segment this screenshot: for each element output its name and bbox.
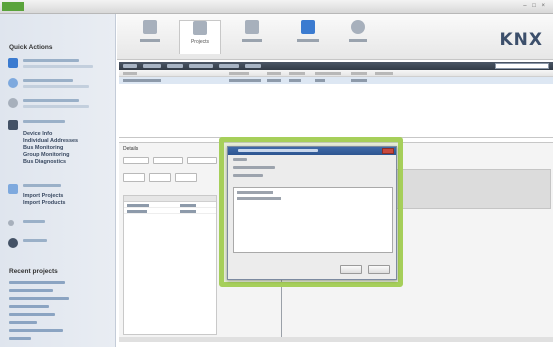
- ribbon-overview-button[interactable]: [129, 20, 171, 54]
- sidebar: Quick Actions Device Info Individual Add…: [0, 14, 116, 347]
- status-strip: [119, 337, 553, 342]
- recent-project-item[interactable]: [9, 329, 63, 332]
- device-info-link[interactable]: Device Info: [23, 131, 52, 137]
- recent-project-item[interactable]: [9, 297, 69, 300]
- cancel-button[interactable]: [368, 265, 390, 274]
- search-input[interactable]: [495, 63, 549, 69]
- new-project-icon[interactable]: [8, 58, 18, 68]
- ok-button[interactable]: [340, 265, 362, 274]
- exit-action[interactable]: [23, 239, 47, 242]
- group-monitoring-link[interactable]: Group Monitoring: [23, 152, 69, 158]
- window-controls[interactable]: – □ ×: [523, 3, 547, 9]
- recent-project-item[interactable]: [9, 305, 49, 308]
- toolbar-button[interactable]: [143, 64, 161, 68]
- quick-actions-heading: Quick Actions: [9, 44, 53, 51]
- details-button[interactable]: [149, 173, 171, 182]
- individual-addresses-link[interactable]: Individual Addresses: [23, 138, 78, 144]
- catalogs-icon: [245, 20, 259, 34]
- title-bar: – □ ×: [0, 0, 553, 14]
- open-project-icon[interactable]: [8, 78, 18, 88]
- dialog-title-bar: [228, 147, 396, 155]
- ribbon-catalogs-button[interactable]: [231, 20, 273, 54]
- recent-projects-heading: Recent projects: [9, 268, 58, 275]
- table-row[interactable]: [124, 208, 216, 214]
- details-table: [123, 195, 217, 335]
- catalog-action[interactable]: [23, 99, 79, 102]
- dialog-body: [233, 158, 393, 182]
- projects-toolbar: [119, 62, 553, 70]
- recent-project-item[interactable]: [9, 313, 55, 316]
- dialog-window: [227, 146, 397, 280]
- gear-icon: [351, 20, 365, 34]
- bus-monitoring-link[interactable]: Bus Monitoring: [23, 145, 63, 151]
- open-project-action[interactable]: [23, 79, 73, 82]
- project-list: [119, 70, 553, 138]
- knx-logo: KNX: [499, 30, 543, 50]
- catalog-icon[interactable]: [8, 98, 18, 108]
- toolbar-button[interactable]: [189, 64, 213, 68]
- details-filter[interactable]: [153, 157, 183, 164]
- diagnostics-icon: [8, 120, 18, 130]
- help-action[interactable]: [23, 220, 45, 223]
- database-icon: [301, 20, 315, 34]
- details-filter[interactable]: [123, 157, 149, 164]
- details-button[interactable]: [123, 173, 145, 182]
- import-projects-link[interactable]: Import Projects: [23, 193, 63, 199]
- recent-project-item[interactable]: [9, 337, 31, 340]
- import-products-link[interactable]: Import Products: [23, 200, 65, 206]
- app-logo-icon: [2, 2, 24, 11]
- projects-icon: [193, 21, 207, 35]
- dialog-title: [238, 149, 318, 152]
- close-icon[interactable]: [382, 148, 394, 154]
- dialog-text-area[interactable]: [233, 187, 393, 253]
- project-list-header: [119, 70, 553, 77]
- overview-icon: [143, 20, 157, 34]
- import-heading: [23, 184, 61, 187]
- bus-diagnostics-link[interactable]: Bus Diagnostics: [23, 159, 66, 165]
- recent-project-item[interactable]: [9, 289, 53, 292]
- import-icon: [8, 184, 18, 194]
- ribbon-projects-button[interactable]: Projects: [179, 20, 221, 54]
- details-button[interactable]: [175, 173, 197, 182]
- diagnostics-heading: [23, 120, 65, 123]
- new-project-action[interactable]: [23, 59, 79, 62]
- toolbar-button[interactable]: [123, 64, 137, 68]
- details-filter[interactable]: [187, 157, 217, 164]
- toolbar-button[interactable]: [219, 64, 239, 68]
- recent-project-item[interactable]: [9, 321, 37, 324]
- projects-label: Projects: [190, 39, 210, 45]
- help-icon[interactable]: [8, 220, 14, 226]
- ribbon: Projects KNX: [117, 14, 553, 60]
- table-row[interactable]: [119, 77, 553, 84]
- exit-icon[interactable]: [8, 238, 18, 248]
- tab-details[interactable]: Details: [123, 146, 138, 152]
- ribbon-settings-button[interactable]: [337, 20, 379, 54]
- toolbar-button[interactable]: [167, 64, 183, 68]
- ribbon-database-button[interactable]: [287, 20, 329, 54]
- recent-project-item[interactable]: [9, 281, 65, 284]
- toolbar-button[interactable]: [245, 64, 261, 68]
